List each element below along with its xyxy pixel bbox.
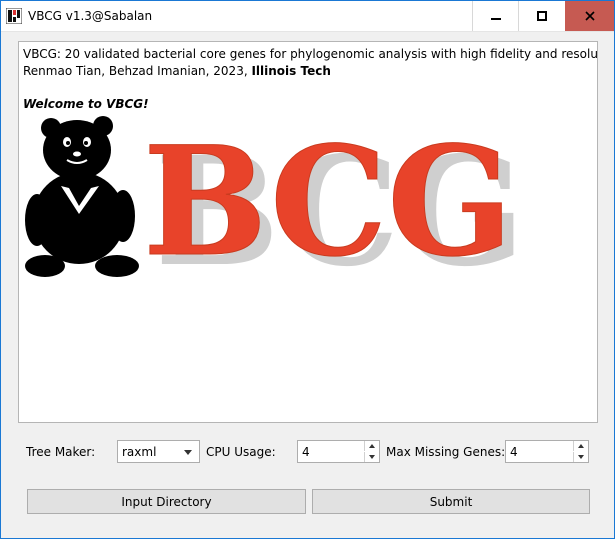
minimize-icon	[490, 18, 501, 20]
info-panel: VBCG: 20 validated bacterial core genes …	[18, 41, 598, 423]
bcg-logo: BCG BCG	[143, 114, 526, 289]
cpu-usage-increment[interactable]	[364, 441, 379, 451]
app-window: VBCG v1.3@Sabalan VBCG: 20 validated bac…	[0, 0, 615, 539]
maximize-button[interactable]	[518, 1, 564, 31]
submit-button[interactable]: Submit	[312, 489, 590, 514]
institution-text: Illinois Tech	[251, 64, 331, 78]
max-missing-genes-spinbox[interactable]: 4	[505, 440, 589, 463]
max-missing-decrement[interactable]	[573, 452, 588, 462]
close-icon	[584, 11, 595, 21]
tree-maker-select[interactable]: raxml	[117, 440, 200, 463]
tree-maker-label: Tree Maker:	[26, 445, 96, 459]
title-bar[interactable]: VBCG v1.3@Sabalan	[1, 1, 614, 32]
cpu-usage-spinbox[interactable]: 4	[297, 440, 380, 463]
input-directory-button[interactable]: Input Directory	[27, 489, 306, 514]
bear-logo-icon	[25, 116, 139, 277]
paper-title: VBCG: 20 validated bacterial core genes …	[23, 47, 598, 61]
max-missing-genes-label: Max Missing Genes:	[386, 445, 506, 459]
cpu-usage-value: 4	[302, 445, 310, 459]
authors-line: Renmao Tian, Behzad Imanian, 2023, Illin…	[23, 64, 331, 78]
chevron-up-icon	[369, 444, 375, 448]
vbcg-app-icon	[6, 8, 22, 24]
chevron-down-icon	[184, 450, 192, 455]
chevron-down-icon	[369, 455, 375, 459]
max-missing-increment[interactable]	[573, 441, 588, 451]
welcome-text: Welcome to VBCG!	[23, 97, 149, 111]
authors-text: Renmao Tian, Behzad Imanian, 2023,	[23, 64, 252, 78]
cpu-usage-decrement[interactable]	[364, 452, 379, 462]
maximize-icon	[536, 11, 547, 21]
window-title: VBCG v1.3@Sabalan	[28, 9, 153, 23]
max-missing-genes-value: 4	[510, 445, 518, 459]
bcg-logo-text: BCG	[143, 114, 513, 288]
cpu-usage-label: CPU Usage:	[206, 445, 276, 459]
tree-maker-value: raxml	[122, 445, 157, 459]
chevron-down-icon	[578, 455, 584, 459]
close-button[interactable]	[565, 1, 614, 31]
minimize-button[interactable]	[472, 1, 518, 31]
chevron-up-icon	[578, 444, 584, 448]
